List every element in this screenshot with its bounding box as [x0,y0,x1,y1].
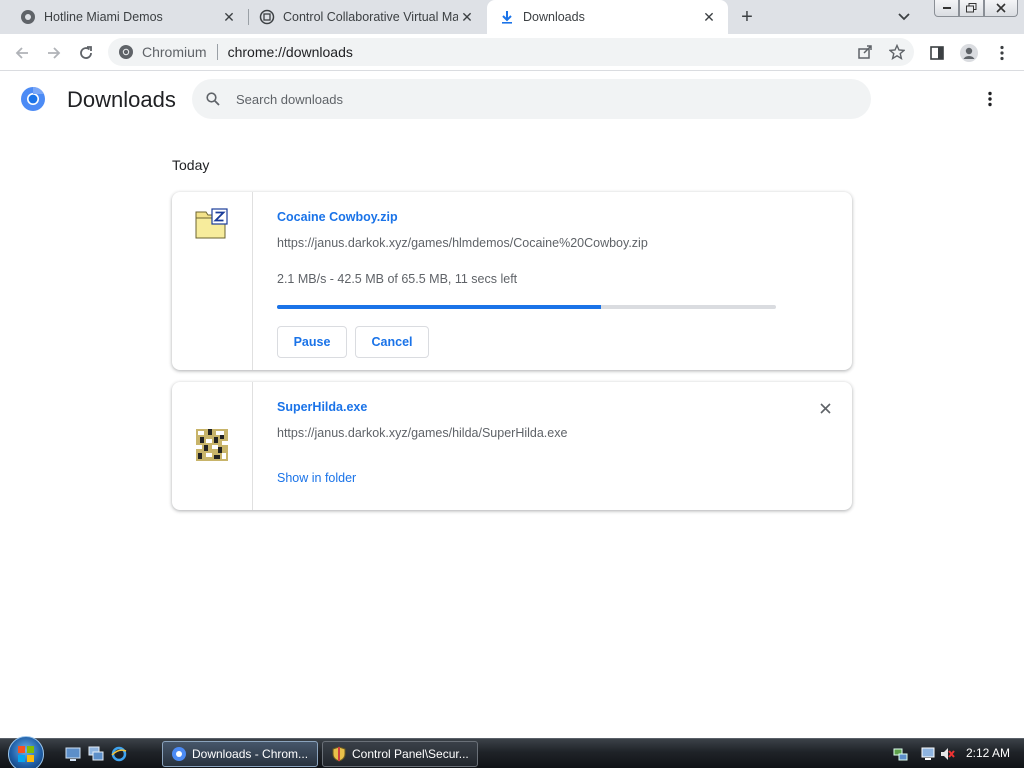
internet-explorer-icon[interactable] [111,746,127,762]
browser-toolbar: Chromium chrome://downloads [0,34,1024,71]
tab-control-vm[interactable]: Control Collaborative Virtual Mac ✕ [249,0,486,34]
tab-strip: Hotline Miami Demos ✕ Control Collaborat… [0,0,1024,34]
close-tab-icon[interactable]: ✕ [458,8,476,26]
file-name-link[interactable]: Cocaine Cowboy.zip [277,210,398,224]
downloads-header: Downloads [0,72,1024,128]
tab-search-chevron-icon[interactable] [894,8,914,26]
chromium-logo-icon [20,86,46,112]
taskbar-item-label: Downloads - Chrom... [192,747,309,761]
downloads-more-menu-icon[interactable] [978,86,1002,112]
security-shield-icon [331,746,347,762]
back-arrow-icon [15,47,28,59]
reload-button[interactable] [73,40,99,66]
search-downloads-box[interactable] [192,79,871,119]
download-progress-fill [277,305,601,309]
side-panel-icon[interactable] [924,40,950,66]
url-text[interactable]: chrome://downloads [228,44,353,60]
close-tab-icon[interactable]: ✕ [700,8,718,26]
close-window-button[interactable] [984,0,1018,17]
exe-file-icon [196,429,230,463]
remove-from-list-icon[interactable] [816,399,834,417]
switch-windows-icon[interactable] [88,746,104,762]
chromium-logo-icon [171,746,187,762]
close-tab-icon[interactable]: ✕ [220,8,238,26]
date-heading: Today [172,157,210,173]
tab-downloads[interactable]: Downloads ✕ [487,0,728,34]
download-icon [499,9,515,25]
tab-label: Downloads [523,10,585,24]
file-url[interactable]: https://janus.darkok.xyz/games/hlmdemos/… [277,236,648,250]
file-url[interactable]: https://janus.darkok.xyz/games/hilda/Sup… [277,426,567,440]
vm-icon [259,9,275,25]
download-item: SuperHilda.exe https://janus.darkok.xyz/… [172,382,852,510]
search-icon [204,90,222,108]
omnibox-divider [216,44,218,60]
profile-avatar-icon[interactable] [956,40,982,66]
share-icon[interactable] [852,38,878,66]
volume-muted-icon[interactable] [939,746,955,762]
tab-label: Hotline Miami Demos [44,10,163,24]
minimize-button[interactable] [934,0,959,17]
chromium-logo-icon [118,44,134,60]
back-button[interactable] [9,40,35,66]
windows-taskbar: Downloads - Chrom... Control Panel\Secur… [0,736,1024,768]
network-tray-icon[interactable] [893,746,909,762]
reload-icon [80,46,92,59]
file-icon-column [172,382,253,510]
download-item: Cocaine Cowboy.zip https://janus.darkok.… [172,192,852,370]
taskbar-item-control-panel[interactable]: Control Panel\Secur... [322,741,478,767]
start-button[interactable] [8,736,44,768]
chromium-globe-icon [20,9,36,25]
pause-button[interactable]: Pause [277,326,347,358]
browser-menu-icon[interactable] [989,40,1015,66]
tab-label: Control Collaborative Virtual Mac [283,10,458,24]
address-bar[interactable]: Chromium chrome://downloads [108,38,914,66]
zip-file-icon [195,207,229,241]
window-controls [934,0,1018,17]
show-in-folder-link[interactable]: Show in folder [277,471,356,485]
new-tab-button[interactable]: + [736,6,758,28]
tab-hotline-miami[interactable]: Hotline Miami Demos ✕ [0,0,248,34]
search-input[interactable] [236,91,796,107]
taskbar-item-downloads[interactable]: Downloads - Chrom... [162,741,318,767]
cancel-button[interactable]: Cancel [355,326,429,358]
show-desktop-icon[interactable] [65,746,81,762]
file-icon-column [172,192,253,370]
download-status: 2.1 MB/s - 42.5 MB of 65.5 MB, 11 secs l… [277,272,518,286]
restore-button[interactable] [959,0,984,17]
page-title: Downloads [67,87,176,112]
site-label: Chromium [142,44,207,60]
monitor-tray-icon[interactable] [921,746,937,762]
clock: 2:12 AM [965,746,1010,760]
forward-button[interactable] [41,40,67,66]
taskbar-item-label: Control Panel\Secur... [352,747,469,761]
bookmark-star-icon[interactable] [884,38,910,66]
windows-logo-icon [18,746,34,762]
forward-arrow-icon [48,47,61,59]
download-progress-bar [277,305,776,309]
file-name-link[interactable]: SuperHilda.exe [277,400,367,414]
